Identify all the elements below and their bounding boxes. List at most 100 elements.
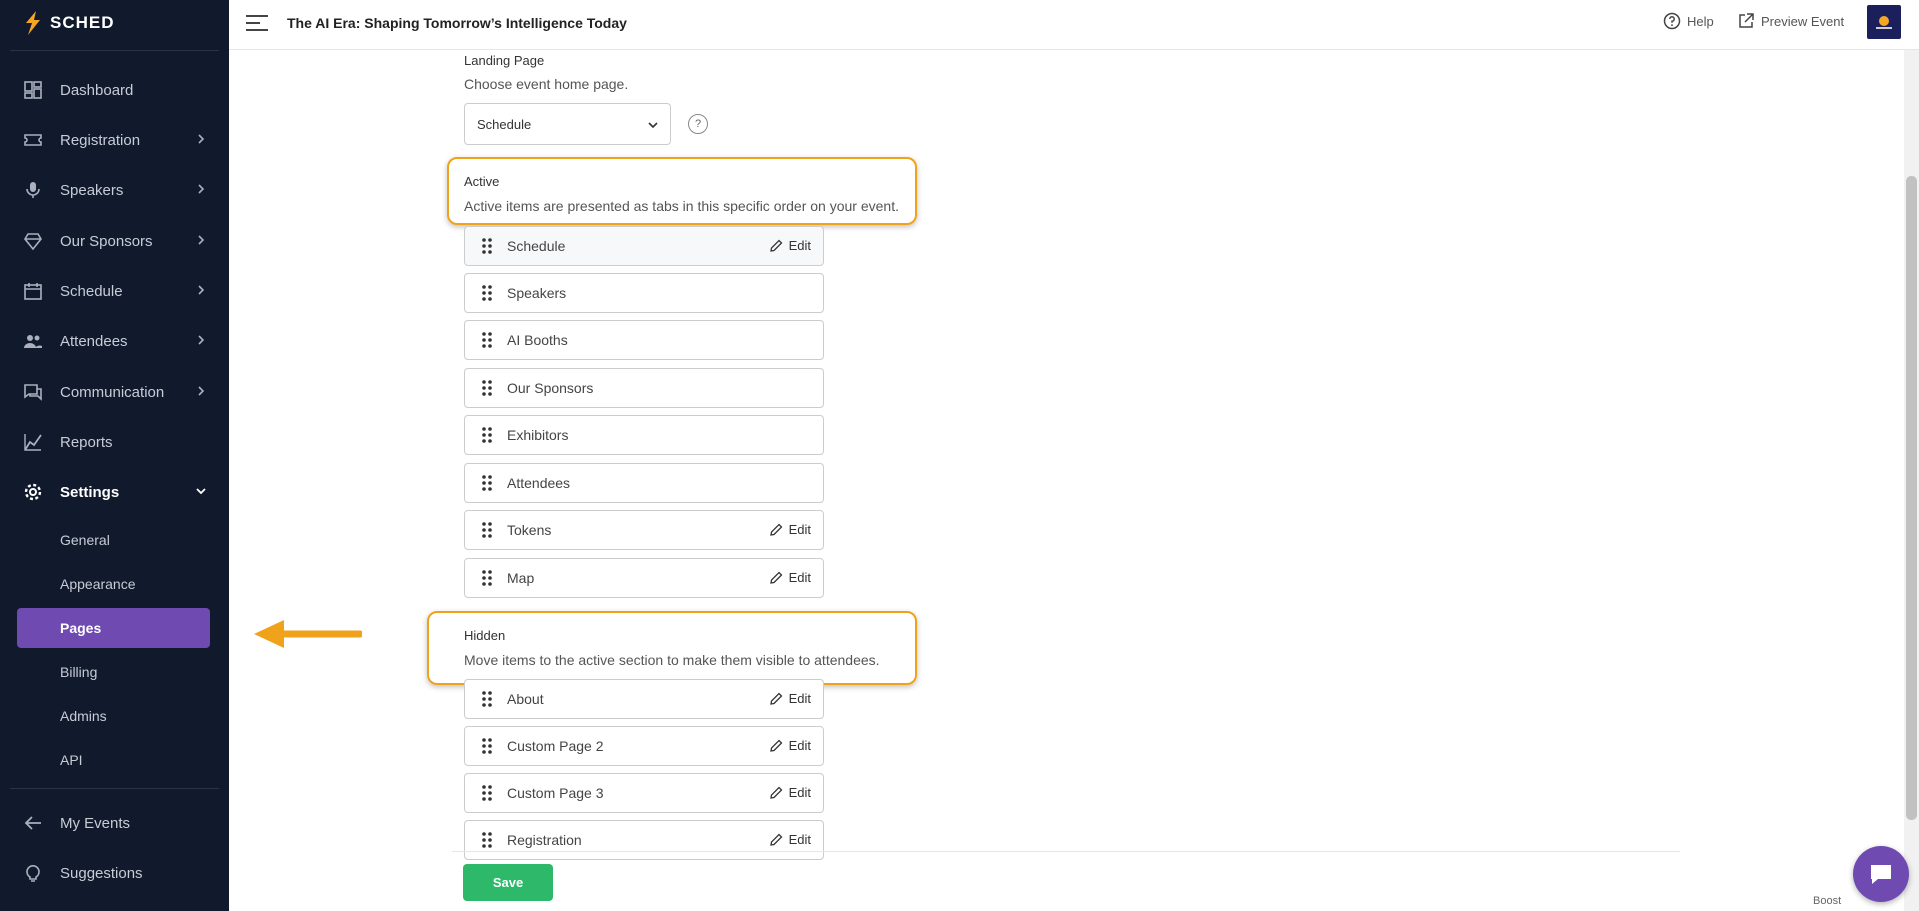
page-item-name: Speakers (507, 285, 567, 301)
page-item-name: Map (507, 570, 535, 586)
sidebar-sub-general[interactable]: General (17, 520, 210, 560)
lightbulb-icon (22, 862, 44, 884)
sub-item-label: Admins (60, 708, 107, 724)
sidebar-item-label: Our Sponsors (60, 232, 153, 250)
sidebar-item-my-events[interactable]: My Events (0, 803, 229, 843)
sidebar-item-communication[interactable]: Communication (0, 372, 229, 412)
drag-handle-icon[interactable] (477, 568, 497, 588)
save-button[interactable]: Save (463, 864, 553, 901)
sidebar-item-dashboard[interactable]: Dashboard (0, 70, 229, 110)
sidebar-sub-api[interactable]: API (17, 740, 210, 780)
edit-button[interactable]: Edit (769, 522, 811, 537)
top-bar: The AI Era: Shaping Tomorrow’s Intellige… (229, 0, 1919, 50)
drag-handle-icon[interactable] (477, 330, 497, 350)
chevron-right-icon (198, 386, 205, 396)
sched-logo[interactable]: SCHED (22, 10, 115, 36)
edit-button[interactable]: Edit (769, 691, 811, 706)
page-item-our-sponsors[interactable]: Our Sponsors (464, 368, 824, 408)
page-item-speakers[interactable]: Speakers (464, 273, 824, 313)
page-item-exhibitors[interactable]: Exhibitors (464, 415, 824, 455)
sidebar-sub-appearance[interactable]: Appearance (17, 564, 210, 604)
active-section-title: Active (464, 174, 500, 189)
sidebar-item-label: Reports (60, 433, 113, 451)
drag-handle-icon[interactable] (477, 689, 497, 709)
chevron-down-icon (196, 488, 206, 495)
page-item-tokens[interactable]: Tokens Edit (464, 510, 824, 550)
chevron-right-icon (198, 235, 205, 245)
page-item-name: AI Booths (507, 332, 568, 348)
drag-handle-icon[interactable] (477, 520, 497, 540)
edit-button[interactable]: Edit (769, 785, 811, 800)
sidebar-item-our-sponsors[interactable]: Our Sponsors (0, 221, 229, 261)
page-item-name: Attendees (507, 475, 571, 491)
dashboard-icon (22, 79, 44, 101)
drag-handle-icon[interactable] (477, 473, 497, 493)
chevron-down-icon (648, 122, 658, 129)
page-item-custom-page-3[interactable]: Custom Page 3 Edit (464, 773, 824, 813)
sidebar: SCHED Dashboard Registration Speakers Ou… (0, 0, 229, 911)
page-item-about[interactable]: About Edit (464, 679, 824, 719)
sidebar-item-registration[interactable]: Registration (0, 120, 229, 160)
preview-event-link[interactable]: Preview Event (1737, 12, 1844, 30)
sidebar-item-schedule[interactable]: Schedule (0, 271, 229, 311)
scrollbar-thumb[interactable] (1906, 176, 1917, 820)
hamburger-menu-icon[interactable] (244, 12, 270, 34)
external-link-icon (1739, 13, 1754, 28)
sidebar-sub-admins[interactable]: Admins (17, 696, 210, 736)
sidebar-item-reports[interactable]: Reports (0, 422, 229, 462)
drag-handle-icon[interactable] (477, 783, 497, 803)
edit-label: Edit (788, 238, 811, 253)
arrow-left-icon (22, 812, 44, 834)
sidebar-item-settings[interactable]: Settings (0, 472, 229, 512)
sidebar-item-label: Registration (60, 131, 141, 149)
pencil-icon (769, 523, 783, 536)
event-logo-icon (1876, 16, 1892, 29)
sidebar-item-label: Suggestions (60, 864, 143, 882)
chat-launcher-button[interactable] (1853, 846, 1909, 902)
people-icon (22, 330, 44, 352)
help-link[interactable]: Help (1663, 12, 1714, 30)
sidebar-item-speakers[interactable]: Speakers (0, 170, 229, 210)
drag-handle-icon[interactable] (477, 283, 497, 303)
calendar-icon (22, 280, 44, 302)
page-item-schedule[interactable]: Schedule Edit (464, 226, 824, 266)
page-item-name: Exhibitors (507, 427, 569, 443)
drag-handle-icon[interactable] (477, 425, 497, 445)
drag-handle-icon[interactable] (477, 736, 497, 756)
sidebar-item-label: Attendees (60, 332, 128, 350)
page-item-registration[interactable]: Registration Edit (464, 820, 824, 860)
landing-page-select[interactable]: Schedule (464, 103, 671, 145)
edit-label: Edit (788, 738, 811, 753)
edit-button[interactable]: Edit (769, 238, 811, 253)
page-item-ai-booths[interactable]: AI Booths (464, 320, 824, 360)
edit-button[interactable]: Edit (769, 738, 811, 753)
gear-icon (22, 481, 44, 503)
sidebar-sub-billing[interactable]: Billing (17, 652, 210, 692)
drag-handle-icon[interactable] (477, 236, 497, 256)
active-section-highlight (447, 157, 917, 225)
sub-item-label: Pages (60, 620, 102, 636)
sub-item-label: Appearance (60, 576, 136, 592)
hidden-section-description: Move items to the active section to make… (464, 652, 880, 668)
active-section-description: Active items are presented as tabs in th… (464, 198, 899, 214)
sidebar-sub-pages[interactable]: Pages (17, 608, 210, 648)
event-thumbnail[interactable] (1867, 5, 1901, 39)
drag-handle-icon[interactable] (477, 830, 497, 850)
edit-label: Edit (788, 832, 811, 847)
page-item-map[interactable]: Map Edit (464, 558, 824, 598)
question-icon[interactable]: ? (688, 114, 708, 134)
edit-button[interactable]: Edit (769, 832, 811, 847)
pencil-icon (769, 786, 783, 799)
edit-label: Edit (788, 785, 811, 800)
page-item-attendees[interactable]: Attendees (464, 463, 824, 503)
page-item-custom-page-2[interactable]: Custom Page 2 Edit (464, 726, 824, 766)
sidebar-item-attendees[interactable]: Attendees (0, 321, 229, 361)
sidebar-item-suggestions[interactable]: Suggestions (0, 853, 229, 893)
drag-handle-icon[interactable] (477, 378, 497, 398)
page-item-name: About (507, 691, 544, 707)
page-item-name: Tokens (507, 522, 552, 538)
pencil-icon (769, 833, 783, 846)
edit-button[interactable]: Edit (769, 570, 811, 585)
help-icon (1663, 12, 1681, 30)
sched-logo-icon (26, 11, 40, 35)
